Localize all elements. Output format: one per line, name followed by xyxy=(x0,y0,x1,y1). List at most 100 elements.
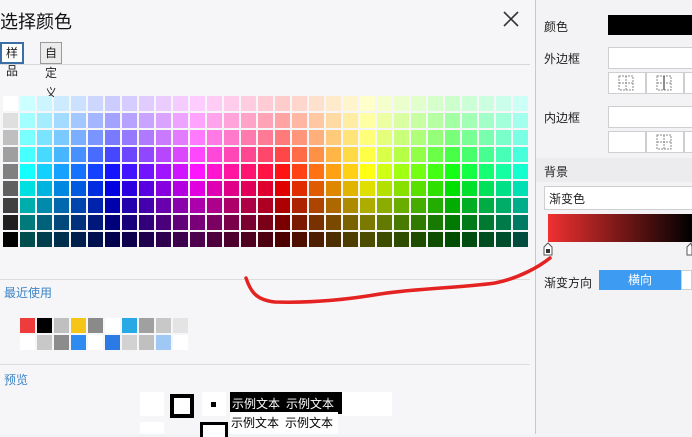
tab-custom[interactable]: 自定义 xyxy=(40,42,63,100)
palette-swatch[interactable] xyxy=(462,130,477,145)
recent-color-swatch[interactable] xyxy=(105,318,120,333)
palette-swatch[interactable] xyxy=(3,198,18,213)
palette-swatch[interactable] xyxy=(258,181,273,196)
palette-swatch[interactable] xyxy=(360,96,375,111)
palette-swatch[interactable] xyxy=(207,130,222,145)
palette-swatch[interactable] xyxy=(139,113,154,128)
palette-swatch[interactable] xyxy=(20,147,35,162)
palette-swatch[interactable] xyxy=(173,164,188,179)
palette-swatch[interactable] xyxy=(54,232,69,247)
recent-color-swatch[interactable] xyxy=(122,335,137,350)
palette-swatch[interactable] xyxy=(20,164,35,179)
palette-swatch[interactable] xyxy=(71,130,86,145)
palette-swatch[interactable] xyxy=(411,164,426,179)
palette-swatch[interactable] xyxy=(122,96,137,111)
palette-swatch[interactable] xyxy=(37,181,52,196)
palette-swatch[interactable] xyxy=(258,164,273,179)
palette-swatch[interactable] xyxy=(190,113,205,128)
direction-horizontal-button[interactable]: 横向 xyxy=(599,270,681,290)
palette-swatch[interactable] xyxy=(292,164,307,179)
palette-swatch[interactable] xyxy=(343,198,358,213)
recent-color-swatch[interactable] xyxy=(105,335,120,350)
palette-swatch[interactable] xyxy=(241,164,256,179)
palette-swatch[interactable] xyxy=(71,198,86,213)
palette-swatch[interactable] xyxy=(54,181,69,196)
palette-swatch[interactable] xyxy=(105,215,120,230)
palette-swatch[interactable] xyxy=(496,198,511,213)
recent-color-swatch[interactable] xyxy=(37,335,52,350)
palette-swatch[interactable] xyxy=(513,181,528,196)
palette-swatch[interactable] xyxy=(428,181,443,196)
palette-swatch[interactable] xyxy=(173,113,188,128)
palette-swatch[interactable] xyxy=(156,181,171,196)
palette-swatch[interactable] xyxy=(207,113,222,128)
palette-swatch[interactable] xyxy=(326,130,341,145)
palette-swatch[interactable] xyxy=(343,147,358,162)
palette-swatch[interactable] xyxy=(88,130,103,145)
palette-swatch[interactable] xyxy=(377,113,392,128)
palette-swatch[interactable] xyxy=(513,198,528,213)
palette-swatch[interactable] xyxy=(71,181,86,196)
recent-color-swatch[interactable] xyxy=(71,335,86,350)
palette-swatch[interactable] xyxy=(275,181,290,196)
recent-color-swatch[interactable] xyxy=(173,335,188,350)
palette-swatch[interactable] xyxy=(258,232,273,247)
palette-swatch[interactable] xyxy=(411,113,426,128)
palette-swatch[interactable] xyxy=(445,130,460,145)
palette-swatch[interactable] xyxy=(54,147,69,162)
palette-swatch[interactable] xyxy=(54,130,69,145)
palette-swatch[interactable] xyxy=(343,215,358,230)
palette-swatch[interactable] xyxy=(513,113,528,128)
palette-swatch[interactable] xyxy=(275,215,290,230)
palette-swatch[interactable] xyxy=(496,113,511,128)
palette-swatch[interactable] xyxy=(445,113,460,128)
palette-swatch[interactable] xyxy=(394,96,409,111)
palette-swatch[interactable] xyxy=(37,130,52,145)
palette-swatch[interactable] xyxy=(394,181,409,196)
palette-swatch[interactable] xyxy=(394,130,409,145)
palette-swatch[interactable] xyxy=(479,130,494,145)
palette-swatch[interactable] xyxy=(479,181,494,196)
recent-color-swatch[interactable] xyxy=(88,335,103,350)
palette-swatch[interactable] xyxy=(139,164,154,179)
palette-swatch[interactable] xyxy=(445,181,460,196)
direction-vertical-button[interactable] xyxy=(681,270,692,290)
palette-swatch[interactable] xyxy=(360,130,375,145)
palette-swatch[interactable] xyxy=(445,147,460,162)
palette-swatch[interactable] xyxy=(513,215,528,230)
palette-swatch[interactable] xyxy=(479,198,494,213)
palette-swatch[interactable] xyxy=(207,198,222,213)
palette-swatch[interactable] xyxy=(3,181,18,196)
palette-swatch[interactable] xyxy=(513,232,528,247)
palette-swatch[interactable] xyxy=(258,215,273,230)
palette-swatch[interactable] xyxy=(445,198,460,213)
palette-swatch[interactable] xyxy=(292,147,307,162)
palette-swatch[interactable] xyxy=(71,113,86,128)
palette-swatch[interactable] xyxy=(513,147,528,162)
recent-color-swatch[interactable] xyxy=(20,335,35,350)
palette-swatch[interactable] xyxy=(224,164,239,179)
palette-swatch[interactable] xyxy=(275,113,290,128)
palette-swatch[interactable] xyxy=(462,181,477,196)
palette-swatch[interactable] xyxy=(462,164,477,179)
palette-swatch[interactable] xyxy=(3,130,18,145)
outer-border-select[interactable] xyxy=(608,47,692,69)
palette-swatch[interactable] xyxy=(496,130,511,145)
palette-swatch[interactable] xyxy=(326,181,341,196)
palette-swatch[interactable] xyxy=(241,215,256,230)
palette-swatch[interactable] xyxy=(224,147,239,162)
palette-swatch[interactable] xyxy=(360,164,375,179)
recent-color-swatch[interactable] xyxy=(54,335,69,350)
palette-swatch[interactable] xyxy=(258,96,273,111)
palette-swatch[interactable] xyxy=(292,181,307,196)
palette-swatch[interactable] xyxy=(292,130,307,145)
palette-swatch[interactable] xyxy=(3,96,18,111)
palette-swatch[interactable] xyxy=(394,198,409,213)
palette-swatch[interactable] xyxy=(20,198,35,213)
palette-swatch[interactable] xyxy=(428,215,443,230)
border-option-button[interactable] xyxy=(684,131,692,153)
palette-swatch[interactable] xyxy=(20,215,35,230)
palette-swatch[interactable] xyxy=(360,232,375,247)
palette-swatch[interactable] xyxy=(377,147,392,162)
palette-swatch[interactable] xyxy=(428,130,443,145)
